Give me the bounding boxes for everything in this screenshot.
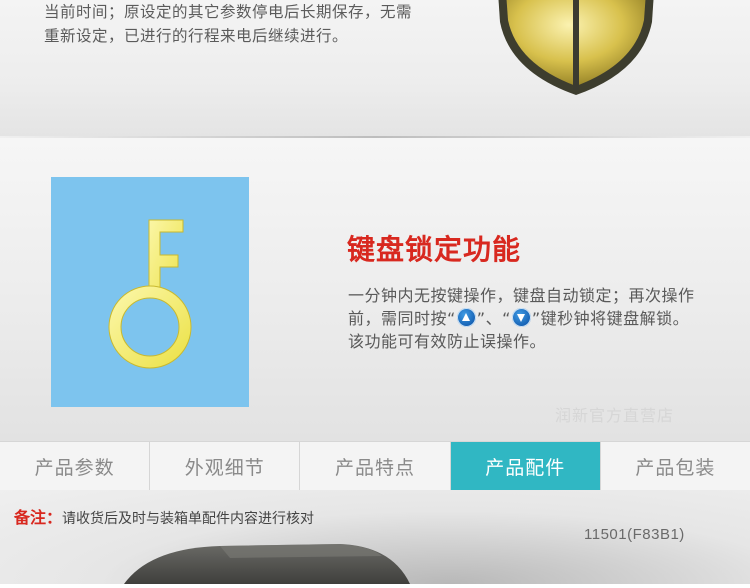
product-image: [110, 540, 430, 584]
model-code: 11501(F83B1): [584, 526, 685, 543]
feature-description: 一分钟内无按键操作，键盘自动锁定；再次操作 前，需同时按“ ”、“ ”键秒钟将键盘解…: [348, 284, 748, 353]
top-description-line: 重新设定，已进行的行程来电后继续进行。: [44, 27, 349, 45]
feature-title: 键盘锁定功能: [347, 233, 522, 266]
note-label: 备注：: [14, 508, 63, 527]
product-tab-bar: 产品参数 外观细节 产品特点 产品配件 产品包装: [0, 441, 750, 502]
feature-desc-line: 一分钟内无按键操作，键盘自动锁定；再次操作: [348, 286, 695, 305]
top-description: 当前时间；原设定的其它参数停电后长期保存，无需 重新设定，已进行的行程来电后继续…: [44, 0, 474, 48]
note: 备注：请收货后及时与装箱单配件内容进行核对: [14, 504, 314, 528]
tab-product-features[interactable]: 产品特点: [300, 442, 451, 490]
up-arrow-button-icon: [456, 308, 476, 327]
tab-product-params[interactable]: 产品参数: [0, 442, 151, 490]
key-icon-box: [51, 177, 249, 407]
shield-icon: [492, 0, 660, 100]
tab-product-packaging[interactable]: 产品包装: [601, 442, 750, 490]
key-icon: [108, 219, 192, 369]
down-arrow-button-icon: [511, 308, 531, 327]
tab-appearance-details[interactable]: 外观细节: [150, 442, 301, 490]
feature-desc-text: ”键秒钟将键盘解锁。: [531, 309, 690, 328]
store-watermark: 润新官方直营店: [555, 406, 675, 425]
note-text: 请收货后及时与装箱单配件内容进行核对: [62, 511, 315, 527]
feature-desc-line: 该功能可有效防止误操作。: [348, 332, 547, 351]
top-description-line: 当前时间；原设定的其它参数停电后长期保存，无需: [44, 3, 413, 21]
feature-desc-text: 前，需同时按“: [348, 309, 456, 328]
feature-desc-text: ”、“: [476, 309, 511, 328]
tab-product-accessories[interactable]: 产品配件: [450, 442, 601, 502]
feature-desc-line: 前，需同时按“ ”、“ ”键秒钟将键盘解锁。: [348, 307, 748, 330]
